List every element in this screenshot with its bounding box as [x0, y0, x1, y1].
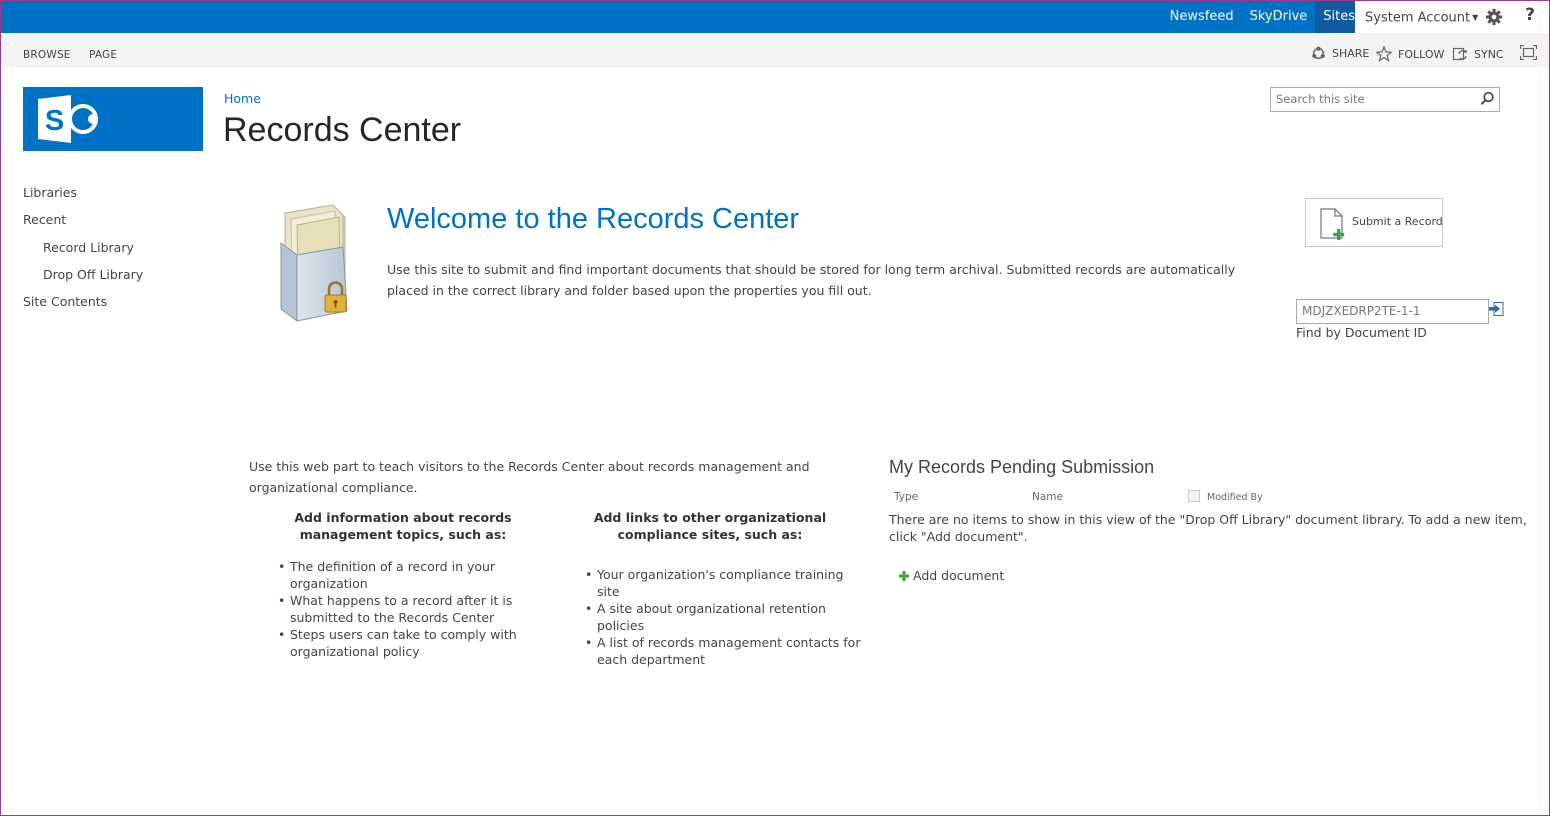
search-input[interactable]: [1271, 88, 1471, 110]
document-id-input[interactable]: [1297, 300, 1482, 322]
skydrive-link[interactable]: SkyDrive: [1242, 1, 1316, 33]
nav-site-contents[interactable]: Site Contents: [23, 294, 107, 309]
left-column-heading: Add information about records management…: [294, 510, 512, 542]
chevron-down-icon: ▼: [1472, 13, 1479, 22]
list-item: Steps users can take to comply with orga…: [276, 626, 566, 660]
right-column-heading: Add links to other organizational compli…: [593, 510, 827, 542]
sharepoint-logo[interactable]: S: [23, 87, 203, 151]
list-item: What happens to a record after it is sub…: [276, 592, 566, 626]
right-column-list: Your organization's compliance training …: [583, 566, 869, 668]
column-header-name[interactable]: Name: [1032, 491, 1063, 503]
pending-submission-title: My Records Pending Submission: [889, 457, 1155, 477]
follow-label: FOLLOW: [1398, 47, 1445, 61]
list-item: Your organization's compliance training …: [583, 566, 869, 600]
share-label: SHARE: [1332, 47, 1370, 60]
go-arrow-icon[interactable]: [1489, 302, 1504, 317]
list-item: A list of records management contacts fo…: [583, 634, 869, 668]
sharepoint-logo-icon: S: [38, 95, 98, 143]
select-all-checkbox[interactable]: [1188, 490, 1200, 502]
list-item: The definition of a record in your organ…: [276, 558, 566, 592]
ribbon: BROWSE PAGE SHARE FOLLOW SYNC: [1, 33, 1549, 68]
page-title: Records Center: [223, 111, 462, 149]
submit-record-label: Submit a Record: [1352, 215, 1443, 228]
follow-button[interactable]: FOLLOW: [1376, 46, 1444, 62]
share-icon: [1312, 46, 1325, 60]
submit-record-button[interactable]: Submit a Record: [1305, 198, 1443, 247]
newsfeed-link[interactable]: Newsfeed: [1162, 1, 1242, 33]
gear-icon[interactable]: [1485, 8, 1503, 26]
share-button[interactable]: SHARE: [1311, 46, 1369, 61]
suite-links: Newsfeed SkyDrive Sites: [1162, 1, 1363, 33]
add-document-label: Add document: [913, 568, 1005, 583]
account-menu[interactable]: System Account ▼: [1365, 1, 1478, 36]
document-id-box: [1296, 299, 1489, 324]
welcome-description: Use this site to submit and find importa…: [387, 262, 1236, 298]
column-header-modified-by[interactable]: Modified By: [1207, 492, 1263, 503]
tab-page[interactable]: PAGE: [89, 49, 117, 61]
find-by-document-id-label: Find by Document ID: [1296, 325, 1427, 340]
new-document-icon: [1320, 208, 1345, 240]
nav-drop-off-library[interactable]: Drop Off Library: [43, 267, 143, 282]
focus-on-content-icon[interactable]: [1520, 45, 1537, 60]
star-icon: [1376, 46, 1392, 62]
suite-bar: Newsfeed SkyDrive Sites System Account ▼ …: [1, 1, 1549, 33]
search-icon[interactable]: [1480, 91, 1495, 106]
nav-record-library[interactable]: Record Library: [43, 240, 134, 255]
account-name: System Account: [1365, 10, 1471, 26]
help-icon[interactable]: ?: [1525, 5, 1535, 25]
account-area: System Account ▼ ?: [1355, 1, 1549, 33]
records-folder-image: [280, 204, 348, 322]
sync-button[interactable]: SYNC: [1452, 46, 1504, 62]
web-part-intro: Use this web part to teach visitors to t…: [249, 459, 810, 495]
tab-browse[interactable]: BROWSE: [23, 49, 71, 61]
nav-libraries[interactable]: Libraries: [23, 185, 77, 200]
left-column-list: The definition of a record in your organ…: [276, 558, 566, 660]
svg-text:S: S: [45, 105, 64, 137]
search-box: [1270, 87, 1500, 112]
nav-recent[interactable]: Recent: [23, 212, 66, 227]
welcome-title: Welcome to the Records Center: [387, 203, 800, 235]
plus-icon: [899, 570, 909, 581]
column-header-type[interactable]: Type: [894, 491, 918, 503]
list-item: A site about organizational retention po…: [583, 600, 869, 634]
add-document-link[interactable]: Add document: [899, 568, 1004, 583]
sync-label: SYNC: [1474, 47, 1504, 61]
empty-list-message: There are no items to show in this view …: [889, 512, 1527, 544]
sync-icon: [1452, 47, 1467, 61]
breadcrumb-home-link[interactable]: Home: [224, 91, 261, 106]
